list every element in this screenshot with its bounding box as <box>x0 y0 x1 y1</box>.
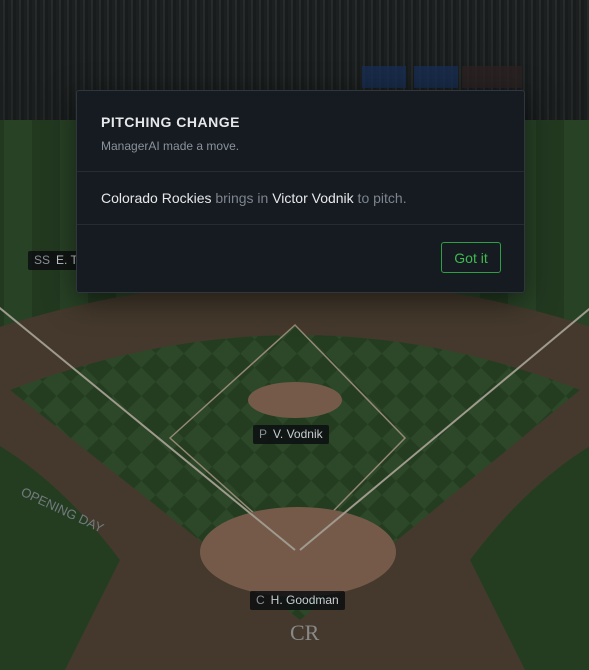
dialog-message: Colorado Rockies brings in Victor Vodnik… <box>77 172 524 225</box>
dialog-footer: Got it <box>77 225 524 292</box>
player-name: Victor Vodnik <box>272 190 354 206</box>
dialog-subtitle: ManagerAI made a move. <box>101 139 240 153</box>
message-suffix: to pitch. <box>353 190 407 206</box>
player-tag-catcher: C H. Goodman <box>250 591 345 610</box>
dialog-title: PITCHING CHANGE <box>101 114 240 130</box>
got-it-button[interactable]: Got it <box>441 242 501 273</box>
pitching-change-dialog: PITCHING CHANGE ManagerAI made a move. C… <box>76 90 525 293</box>
team-name: Colorado Rockies <box>101 190 212 206</box>
player-tag-pitcher: P V. Vodnik <box>253 425 329 444</box>
message-verb: brings in <box>211 190 273 206</box>
dialog-header: PITCHING CHANGE ManagerAI made a move. <box>77 91 524 172</box>
